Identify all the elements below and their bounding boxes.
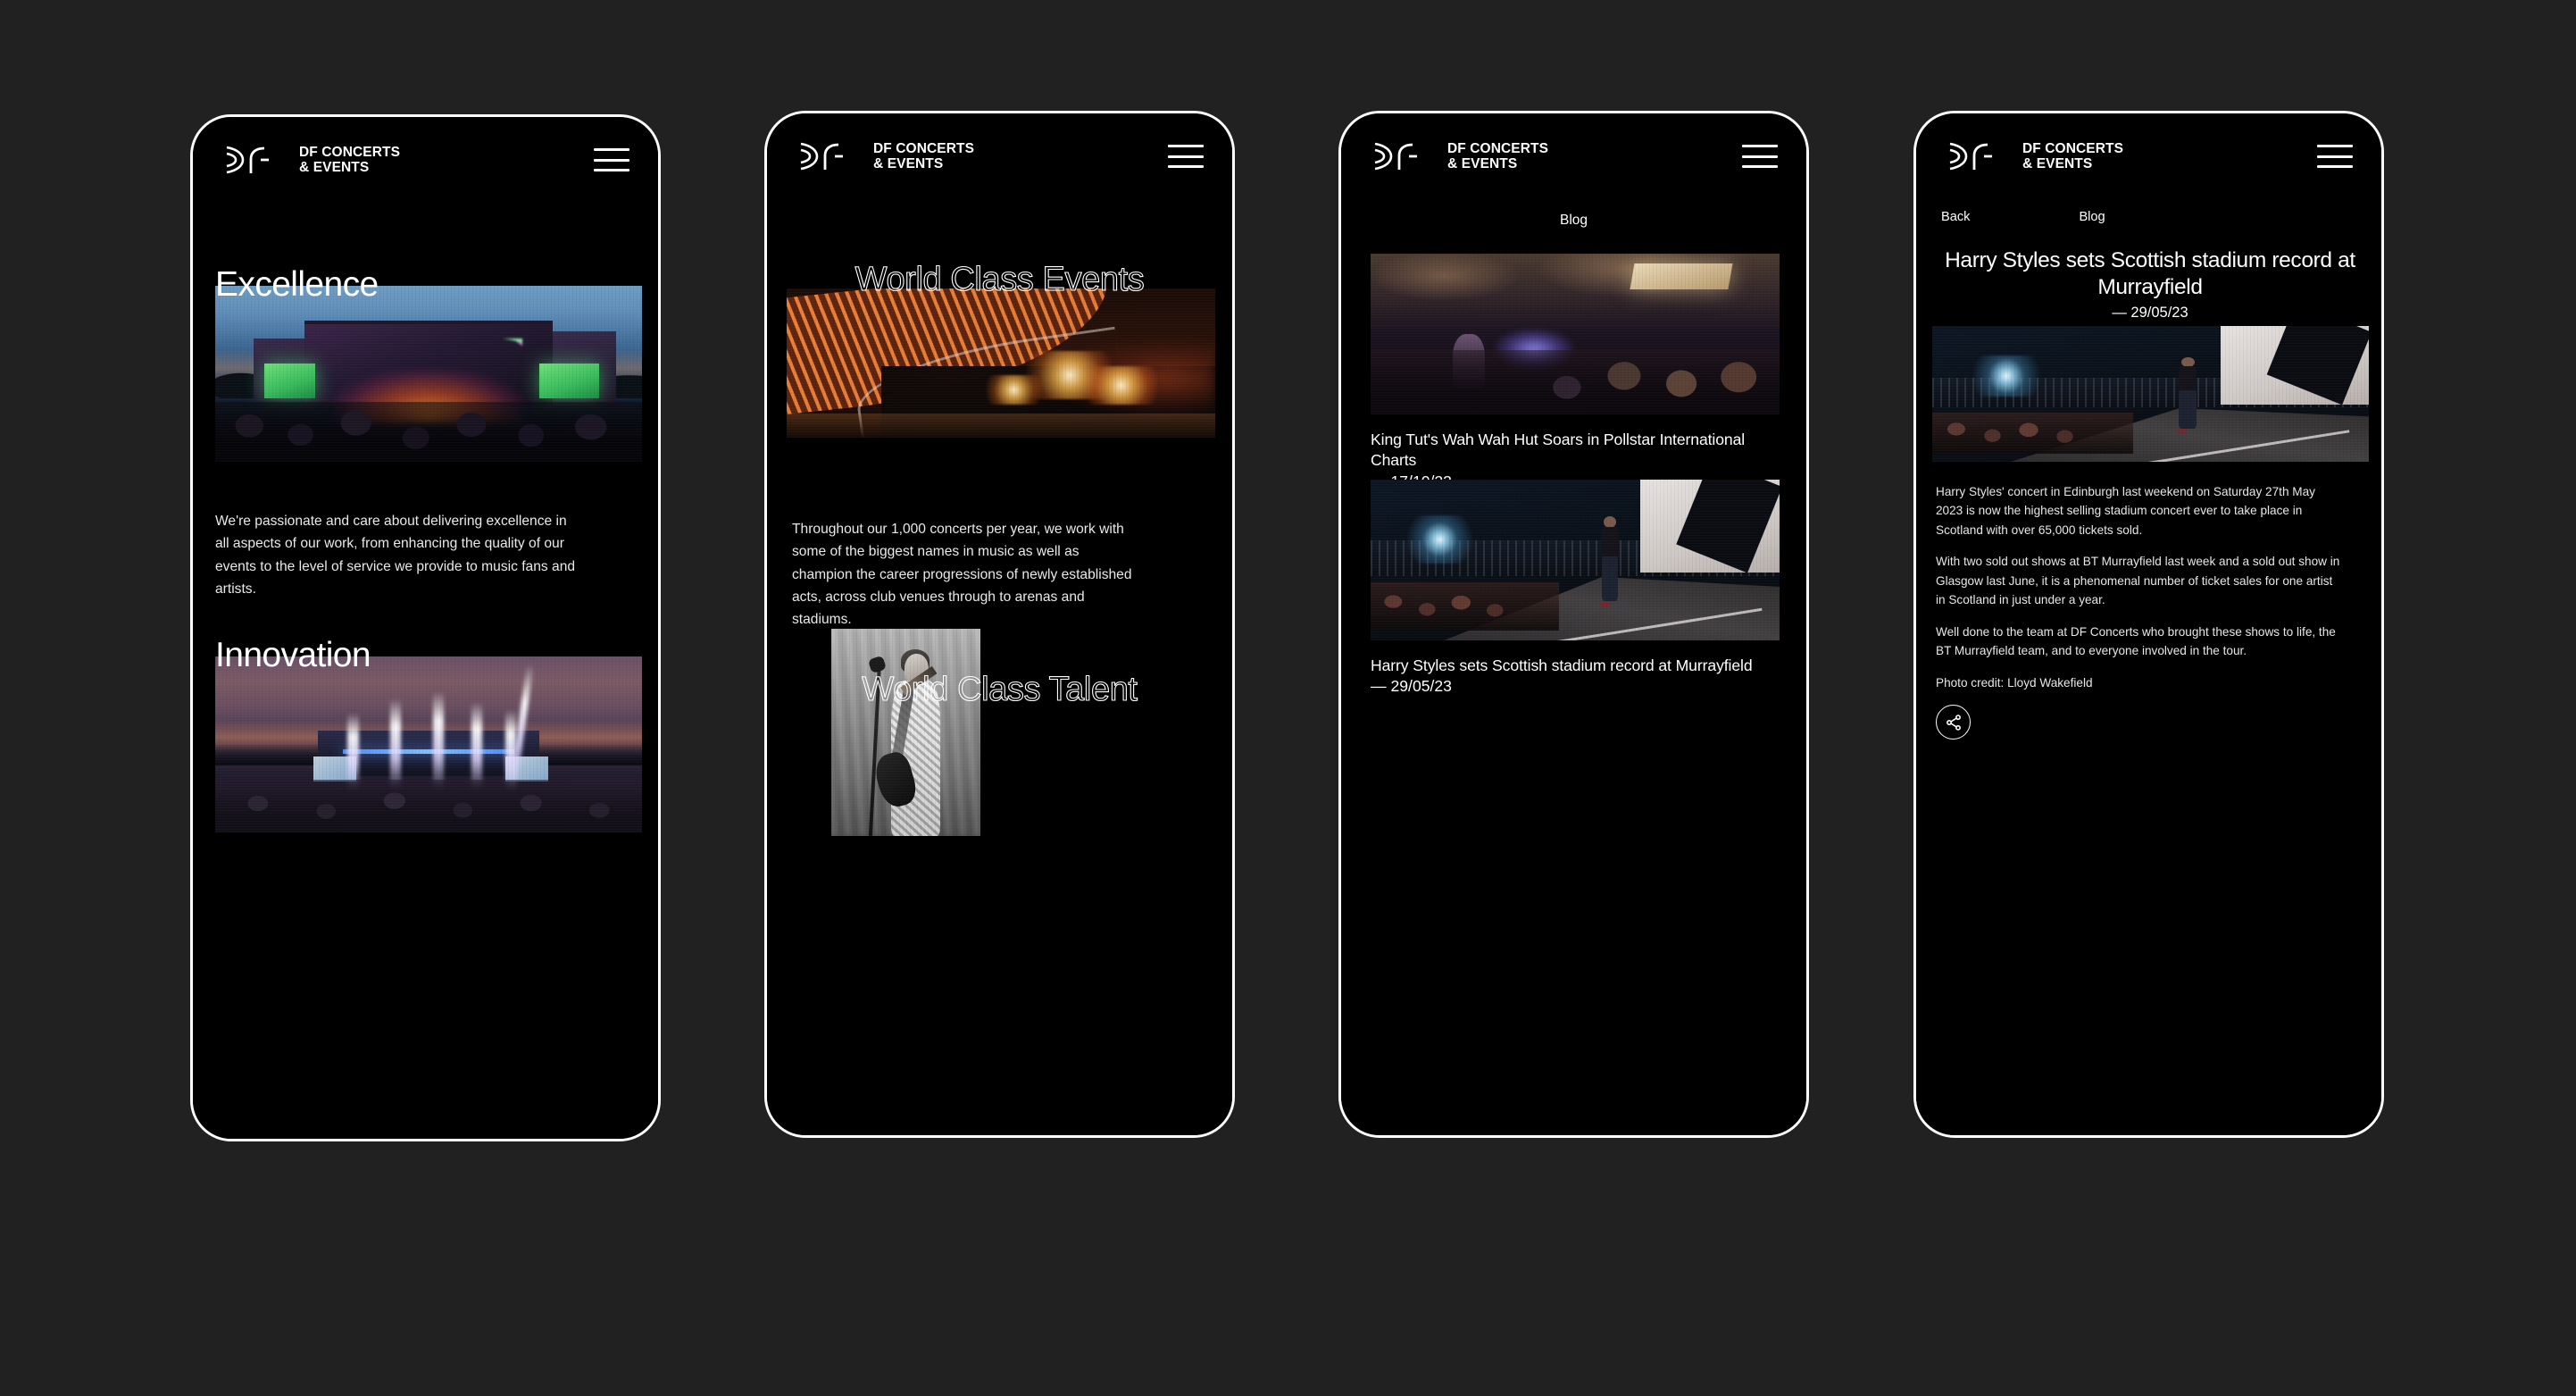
brand-logo[interactable]: DF CONCERTS & EVENTS <box>1370 139 1548 173</box>
brand-logo[interactable]: DF CONCERTS & EVENTS <box>796 139 974 173</box>
back-link[interactable]: Back <box>1941 210 1970 224</box>
phone-mockup-blog-article: DF CONCERTS & EVENTS Back Blog Harry Sty… <box>1913 111 2384 1138</box>
brand-name: DF CONCERTS & EVENTS <box>873 140 975 171</box>
article-title: Harry Styles sets Scottish stadium recor… <box>1945 248 2355 299</box>
df-logo-icon <box>800 142 843 171</box>
brand-name: DF CONCERTS & EVENTS <box>2022 140 2124 171</box>
blog-card-1[interactable]: King Tut's Wah Wah Hut Soars in Pollstar… <box>1371 254 1780 491</box>
photo-world-class-talent <box>831 629 980 836</box>
section-heading-innovation: Innovation <box>215 636 371 674</box>
phone-screen-blog-article: DF CONCERTS & EVENTS Back Blog Harry Sty… <box>1916 113 2381 1135</box>
df-logo-icon <box>1374 142 1417 171</box>
article-hero-image <box>1932 326 2369 462</box>
photo-excellence <box>215 286 642 462</box>
article-paragraph-3: Well done to the team at DF Concerts who… <box>1936 624 2336 658</box>
blog-breadcrumb-link[interactable]: Blog <box>2079 210 2105 224</box>
events-body-copy: Throughout our 1,000 concerts per year, … <box>792 522 1132 627</box>
article-paragraph-1: Harry Styles' concert in Edinburgh last … <box>1936 485 2315 537</box>
phone-mockup-blog-list: DF CONCERTS & EVENTS Blog King Tut's Wah <box>1338 111 1809 1138</box>
blog-card-2-date: — 29/05/23 <box>1371 677 1452 696</box>
article-body: Harry Styles' concert in Edinburgh last … <box>1936 482 2342 705</box>
site-header: DF CONCERTS & EVENTS <box>767 113 1232 199</box>
hamburger-menu-icon[interactable] <box>594 148 629 171</box>
share-icon <box>1946 714 1961 731</box>
phone-screen-about: DF CONCERTS & EVENTS Excellence We're pa… <box>193 117 658 1139</box>
site-header: DF CONCERTS & EVENTS <box>193 117 658 203</box>
phone-mockup-events: DF CONCERTS & EVENTS World Class Events … <box>764 111 1235 1138</box>
section-body-excellence: We're passionate and care about deliveri… <box>215 514 576 597</box>
blog-card-1-image <box>1371 254 1780 414</box>
screenshot-canvas: DF CONCERTS & EVENTS Excellence We're pa… <box>0 0 2576 1396</box>
hamburger-menu-icon[interactable] <box>1168 145 1204 168</box>
heading-world-class-talent: World Class Talent <box>862 670 1138 708</box>
brand-name: DF CONCERTS & EVENTS <box>299 144 401 175</box>
section-heading-excellence: Excellence <box>215 265 379 304</box>
share-button[interactable] <box>1936 705 1971 740</box>
hero-heading-world-class-events: World Class Events <box>854 260 1145 298</box>
hamburger-menu-icon[interactable] <box>1742 145 1778 168</box>
article-photo-credit: Photo credit: Lloyd Wakefield <box>1936 675 2093 690</box>
article-paragraph-2: With two sold out shows at BT Murrayfiel… <box>1936 555 2340 607</box>
hamburger-menu-icon[interactable] <box>2317 145 2353 168</box>
photo-innovation <box>215 656 642 832</box>
blog-card-2-image <box>1371 480 1780 640</box>
site-header: DF CONCERTS & EVENTS <box>1916 113 2381 199</box>
article-nav: Back Blog <box>1941 210 2338 224</box>
brand-name: DF CONCERTS & EVENTS <box>1447 140 1549 171</box>
blog-section-label: Blog <box>1559 213 1588 228</box>
brand-logo[interactable]: DF CONCERTS & EVENTS <box>221 143 400 177</box>
phone-screen-events: DF CONCERTS & EVENTS World Class Events … <box>767 113 1232 1135</box>
photo-world-class-events <box>787 288 1215 438</box>
blog-card-2[interactable]: Harry Styles sets Scottish stadium recor… <box>1371 480 1780 696</box>
site-header: DF CONCERTS & EVENTS <box>1341 113 1806 199</box>
brand-logo[interactable]: DF CONCERTS & EVENTS <box>1945 139 2123 173</box>
phone-screen-blog-list: DF CONCERTS & EVENTS Blog King Tut's Wah <box>1341 113 1806 1135</box>
df-logo-icon <box>1949 142 1992 171</box>
article-date: — 29/05/23 <box>2112 305 2188 321</box>
df-logo-icon <box>226 146 269 174</box>
blog-card-2-title: Harry Styles sets Scottish stadium recor… <box>1371 656 1753 674</box>
blog-card-1-title: King Tut's Wah Wah Hut Soars in Pollstar… <box>1371 431 1746 470</box>
phone-mockup-about: DF CONCERTS & EVENTS Excellence We're pa… <box>190 114 661 1141</box>
